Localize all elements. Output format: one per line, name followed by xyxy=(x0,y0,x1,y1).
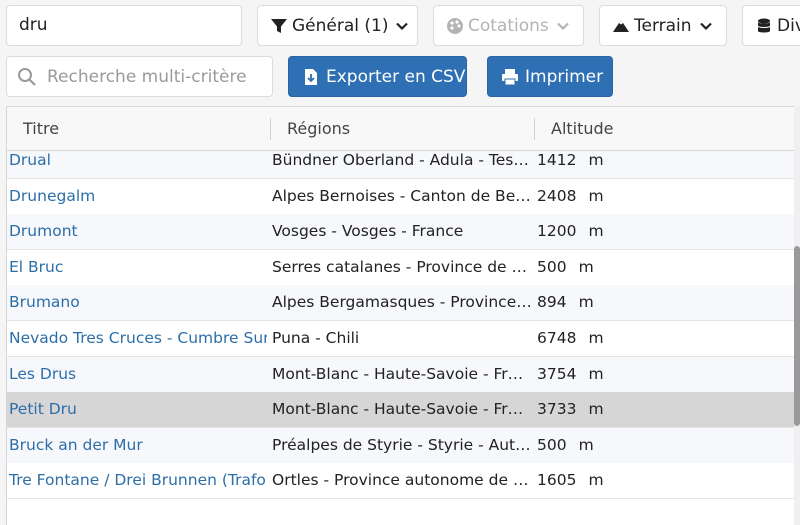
column-header-regions[interactable]: Régions xyxy=(287,107,350,151)
vertical-scrollbar[interactable] xyxy=(794,106,800,525)
altitude-value: 3733 xyxy=(537,400,577,419)
row-title-link[interactable]: Drunegalm xyxy=(9,179,267,214)
column-header-altitude[interactable]: Altitude xyxy=(551,107,614,151)
altitude-unit: m xyxy=(588,364,604,383)
table-row[interactable]: Drumont Vosges - Vosges - France 1200 m xyxy=(7,214,795,251)
table-row[interactable]: El Bruc Serres catalanes - Province de Ba… xyxy=(7,249,795,286)
altitude-unit: m xyxy=(578,293,594,312)
row-altitude: 6748 m xyxy=(537,321,657,356)
multi-criteria-search-input[interactable] xyxy=(47,66,257,87)
altitude-value: 500 xyxy=(537,435,567,454)
print-button[interactable]: Imprimer xyxy=(487,56,613,97)
file-download-icon xyxy=(302,68,320,86)
altitude-unit: m xyxy=(578,435,594,454)
altitude-value: 1605 xyxy=(537,471,577,490)
row-region: Vosges - Vosges - France xyxy=(272,222,464,241)
multi-criteria-search[interactable] xyxy=(6,56,273,97)
general-filter-button[interactable]: Général (1) xyxy=(257,5,418,46)
row-title-link[interactable]: Drumont xyxy=(9,214,267,249)
table-row[interactable]: Drunegalm Alpes Bernoises - Canton de Ber… xyxy=(7,178,795,215)
row-altitude: 1200 m xyxy=(537,214,657,249)
row-altitude: 3733 m xyxy=(537,392,657,427)
altitude-unit: m xyxy=(588,151,604,169)
funnel-icon xyxy=(270,17,288,35)
altitude-unit: m xyxy=(588,471,604,490)
table-row[interactable]: Les Drus Mont-Blanc - Haute-Savoie - Fran… xyxy=(7,356,795,393)
palette-icon xyxy=(446,17,464,35)
search-icon xyxy=(17,67,37,87)
row-region: Mont-Blanc - Haute-Savoie - France xyxy=(272,364,532,383)
terrain-filter-button[interactable]: Terrain xyxy=(599,5,727,46)
chevron-down-icon xyxy=(699,19,713,33)
table-row[interactable]: Petit Dru Mont-Blanc - Haute-Savoie - Fra… xyxy=(7,392,795,429)
printer-icon xyxy=(501,68,519,86)
row-altitude: 894 m xyxy=(537,285,657,320)
row-altitude: 500 m xyxy=(537,250,657,285)
altitude-unit: m xyxy=(588,186,604,205)
altitude-value: 500 xyxy=(537,257,567,276)
column-header-title[interactable]: Titre xyxy=(23,107,59,151)
export-csv-label: Exporter en CSV xyxy=(326,66,466,87)
search-input[interactable]: dru xyxy=(6,5,242,46)
row-title-link[interactable]: Brumano xyxy=(9,285,267,320)
chevron-down-icon xyxy=(395,19,409,33)
row-title-link[interactable]: Tre Fontane / Drei Brunnen (Trafoi) xyxy=(9,463,267,498)
row-title-link[interactable]: Les Drus xyxy=(9,357,267,392)
column-resizer[interactable] xyxy=(534,118,535,140)
row-title-link[interactable]: Nevado Tres Cruces - Cumbre Sur xyxy=(9,321,267,356)
row-title-link[interactable]: Petit Dru xyxy=(9,392,267,427)
row-altitude: 2408 m xyxy=(537,179,657,214)
results-table: DrualBündner Oberland - Adula - Tessin -… xyxy=(6,106,800,525)
row-region: Serres catalanes - Province de Barcelone… xyxy=(272,257,532,276)
row-altitude: 3754 m xyxy=(537,357,657,392)
mountain-icon xyxy=(612,17,630,35)
terrain-filter-label: Terrain xyxy=(634,15,692,36)
altitude-value: 6748 xyxy=(537,329,577,347)
print-label: Imprimer xyxy=(525,66,604,87)
row-region: Mont-Blanc - Haute-Savoie - France xyxy=(272,400,532,419)
altitude-unit: m xyxy=(588,222,604,241)
altitude-unit: m xyxy=(578,257,594,276)
export-csv-button[interactable]: Exporter en CSV xyxy=(288,56,467,97)
database-icon xyxy=(755,17,773,35)
general-filter-label: Général (1) xyxy=(292,15,389,36)
table-row[interactable]: Nevado Tres Cruces - Cumbre Sur Puna - Ch… xyxy=(7,321,795,357)
altitude-value: 3754 xyxy=(537,364,577,383)
scrollbar-thumb[interactable] xyxy=(794,246,800,426)
altitude-unit: m xyxy=(588,400,604,419)
toolbar: dru Général (1) Cotations Terrain Div xyxy=(0,0,800,106)
row-region: Alpes Bergamasques - Province de Bergame… xyxy=(272,293,532,312)
altitude-value: 894 xyxy=(537,293,567,312)
row-altitude: 1605 m xyxy=(537,463,657,498)
row-title-link[interactable]: Bruck an der Mur xyxy=(9,428,267,463)
div-filter-button[interactable]: Div xyxy=(742,5,800,46)
table-header: Titre Régions Altitude xyxy=(7,107,795,151)
chevron-down-icon xyxy=(556,19,570,33)
altitude-value: 1200 xyxy=(537,222,577,241)
table-row[interactable]: Tre Fontane / Drei Brunnen (Trafoi) Ortle… xyxy=(7,463,795,500)
table-row[interactable]: Brumano Alpes Bergamasques - Province de … xyxy=(7,285,795,322)
cotations-filter-button[interactable]: Cotations xyxy=(433,5,584,46)
altitude-unit: m xyxy=(588,329,604,347)
row-region: Alpes Bernoises - Canton de Berne - Suis… xyxy=(272,186,532,205)
row-title-link[interactable]: El Bruc xyxy=(9,250,267,285)
row-region: Puna - Chili xyxy=(272,329,360,347)
row-altitude: 500 m xyxy=(537,428,657,463)
altitude-value: 2408 xyxy=(537,186,577,205)
cotations-filter-label: Cotations xyxy=(468,15,549,36)
div-filter-label: Div xyxy=(777,15,800,36)
table-row[interactable]: Bruck an der Mur Préalpes de Styrie - Sty… xyxy=(7,427,795,464)
row-region: Ortles - Province autonome de Bolzano - … xyxy=(272,471,532,490)
altitude-value: 1412 xyxy=(537,151,577,169)
column-resizer[interactable] xyxy=(270,118,271,140)
row-region: Préalpes de Styrie - Styrie - Autriche xyxy=(272,435,532,454)
